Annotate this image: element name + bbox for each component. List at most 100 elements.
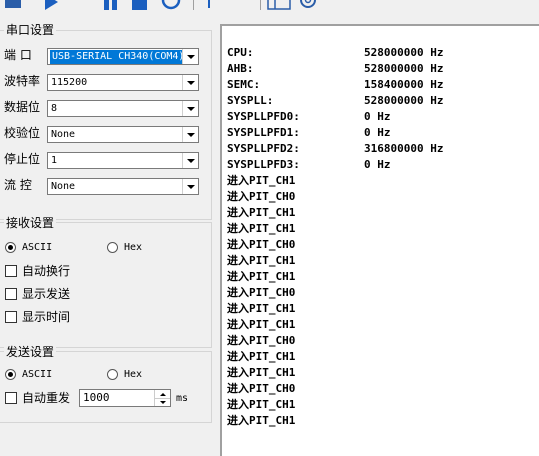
port-select[interactable]: USB-SERIAL CH340(COM4) xyxy=(47,48,199,65)
databits-label: 数据位 xyxy=(4,100,41,114)
send-hex-radio[interactable] xyxy=(107,369,118,380)
gear-icon[interactable] xyxy=(297,0,319,10)
chevron-down-icon[interactable] xyxy=(182,49,198,64)
output-line: SYSPLLPFD2: 316800000 Hz xyxy=(227,141,443,157)
toolbar-separator xyxy=(193,0,194,10)
receive-output[interactable]: CPU: 528000000 Hz AHB: 528000000 Hz SEMC: 158… xyxy=(220,24,539,456)
receive-hex-label: Hex xyxy=(124,242,143,253)
output-key: SYSPLLPFD2: xyxy=(227,142,300,155)
output-value: 528000000 Hz xyxy=(364,62,444,75)
parity-select[interactable]: None xyxy=(47,126,199,143)
output-key: SYSPLLPFD0: xyxy=(227,110,300,123)
play-icon[interactable] xyxy=(42,0,60,10)
output-line: 进入PIT_CH1 xyxy=(227,222,296,235)
settings-panel: 串口设置 端 口 USB-SERIAL CH340(COM4) 波特率 1152… xyxy=(0,14,215,456)
serial-settings-group: 串口设置 端 口 USB-SERIAL CH340(COM4) 波特率 1152… xyxy=(0,23,212,220)
output-line: SYSPLLPFD3: 0 Hz xyxy=(227,157,443,173)
output-key: SYSPLL: xyxy=(227,94,274,107)
receive-ascii-label: ASCII xyxy=(22,242,53,253)
send-ascii-radio[interactable] xyxy=(5,369,16,380)
flow-label: 流 控 xyxy=(4,178,32,192)
refresh-icon[interactable] xyxy=(160,0,182,10)
chevron-down-icon[interactable] xyxy=(182,127,198,142)
receive-settings-group: 接收设置 ASCII Hex 自动换行 显示发送 显示时间 xyxy=(0,216,212,348)
output-line: SYSPLL: 528000000 Hz xyxy=(227,93,443,109)
output-lines: CPU: 528000000 Hz AHB: 528000000 Hz SEMC: 158… xyxy=(227,45,443,429)
auto-wrap-label: 自动换行 xyxy=(22,264,71,278)
output-line: 进入PIT_CH0 xyxy=(227,382,296,395)
show-time-checkbox[interactable] xyxy=(5,311,17,323)
output-key: CPU: xyxy=(227,46,254,59)
baud-select[interactable]: 115200 xyxy=(47,74,199,91)
output-line: 进入PIT_CH1 xyxy=(227,302,296,315)
output-line: 进入PIT_CH0 xyxy=(227,190,296,203)
output-line: 进入PIT_CH1 xyxy=(227,366,296,379)
group-title-send: 发送设置 xyxy=(4,345,57,359)
send-hex-label: Hex xyxy=(124,369,143,380)
output-value: 158400000 Hz xyxy=(364,78,444,91)
output-line: CPU: 528000000 Hz xyxy=(227,45,443,61)
output-line: 进入PIT_CH1 xyxy=(227,270,296,283)
pause-icon[interactable] xyxy=(102,0,120,10)
output-value: 316800000 Hz xyxy=(364,142,444,155)
output-value: 0 Hz xyxy=(364,126,391,139)
output-line: 进入PIT_CH0 xyxy=(227,286,296,299)
output-key: SEMC: xyxy=(227,78,261,91)
chevron-down-icon[interactable] xyxy=(182,153,198,168)
output-line: 进入PIT_CH0 xyxy=(227,238,296,251)
parity-label: 校验位 xyxy=(4,126,41,140)
baud-label: 波特率 xyxy=(4,74,41,88)
output-key: AHB: xyxy=(227,62,254,75)
flow-select[interactable]: None xyxy=(47,178,199,195)
stop-icon[interactable] xyxy=(131,0,149,10)
chevron-down-icon[interactable] xyxy=(182,75,198,90)
output-value: 528000000 Hz xyxy=(364,46,444,59)
output-line: 进入PIT_CH1 xyxy=(227,206,296,219)
send-ascii-label: ASCII xyxy=(22,369,53,380)
output-line: AHB: 528000000 Hz xyxy=(227,61,443,77)
output-line: 进入PIT_CH0 xyxy=(227,334,296,347)
output-line: 进入PIT_CH1 xyxy=(227,254,296,267)
output-line: SYSPLLPFD1: 0 Hz xyxy=(227,125,443,141)
open-icon[interactable] xyxy=(4,0,22,10)
toolbar-separator xyxy=(260,0,261,10)
window-icon[interactable] xyxy=(267,0,291,10)
output-line: 进入PIT_CH1 xyxy=(227,350,296,363)
interval-unit: ms xyxy=(176,393,189,404)
output-line: 进入PIT_CH1 xyxy=(227,414,296,427)
output-key: SYSPLLPFD3: xyxy=(227,158,300,171)
show-send-checkbox[interactable] xyxy=(5,288,17,300)
databits-value: 8 xyxy=(51,103,58,114)
output-value: 0 Hz xyxy=(364,158,391,171)
chevron-down-icon[interactable] xyxy=(182,101,198,116)
chevron-down-icon[interactable] xyxy=(154,398,170,406)
toolbar xyxy=(0,0,539,14)
output-line: SYSPLLPFD0: 0 Hz xyxy=(227,109,443,125)
port-label: 端 口 xyxy=(4,48,32,62)
output-line: 进入PIT_CH1 xyxy=(227,318,296,331)
output-key: SYSPLLPFD1: xyxy=(227,126,300,139)
pin-icon[interactable] xyxy=(203,0,215,10)
output-line: 进入PIT_CH1 xyxy=(227,174,296,187)
show-time-label: 显示时间 xyxy=(22,310,71,324)
stopbits-value: 1 xyxy=(51,155,58,166)
group-title-receive: 接收设置 xyxy=(4,216,57,230)
chevron-down-icon[interactable] xyxy=(182,179,198,194)
output-value: 0 Hz xyxy=(364,110,391,123)
output-line: SEMC: 158400000 Hz xyxy=(227,77,443,93)
output-value: 528000000 Hz xyxy=(364,94,444,107)
flow-value: None xyxy=(51,181,76,192)
interval-value: 1000 xyxy=(83,391,110,404)
group-title-serial: 串口设置 xyxy=(4,23,57,37)
auto-wrap-checkbox[interactable] xyxy=(5,265,17,277)
databits-select[interactable]: 8 xyxy=(47,100,199,117)
auto-resend-checkbox[interactable] xyxy=(5,392,17,404)
send-settings-group: 发送设置 ASCII Hex 自动重发 1000 ms xyxy=(0,345,212,423)
baud-value: 115200 xyxy=(51,77,88,88)
stopbits-select[interactable]: 1 xyxy=(47,152,199,169)
interval-stepper[interactable]: 1000 xyxy=(79,389,171,407)
receive-ascii-radio[interactable] xyxy=(5,242,16,253)
port-value: USB-SERIAL CH340(COM4) xyxy=(50,50,187,64)
auto-resend-label: 自动重发 xyxy=(22,391,71,405)
receive-hex-radio[interactable] xyxy=(107,242,118,253)
